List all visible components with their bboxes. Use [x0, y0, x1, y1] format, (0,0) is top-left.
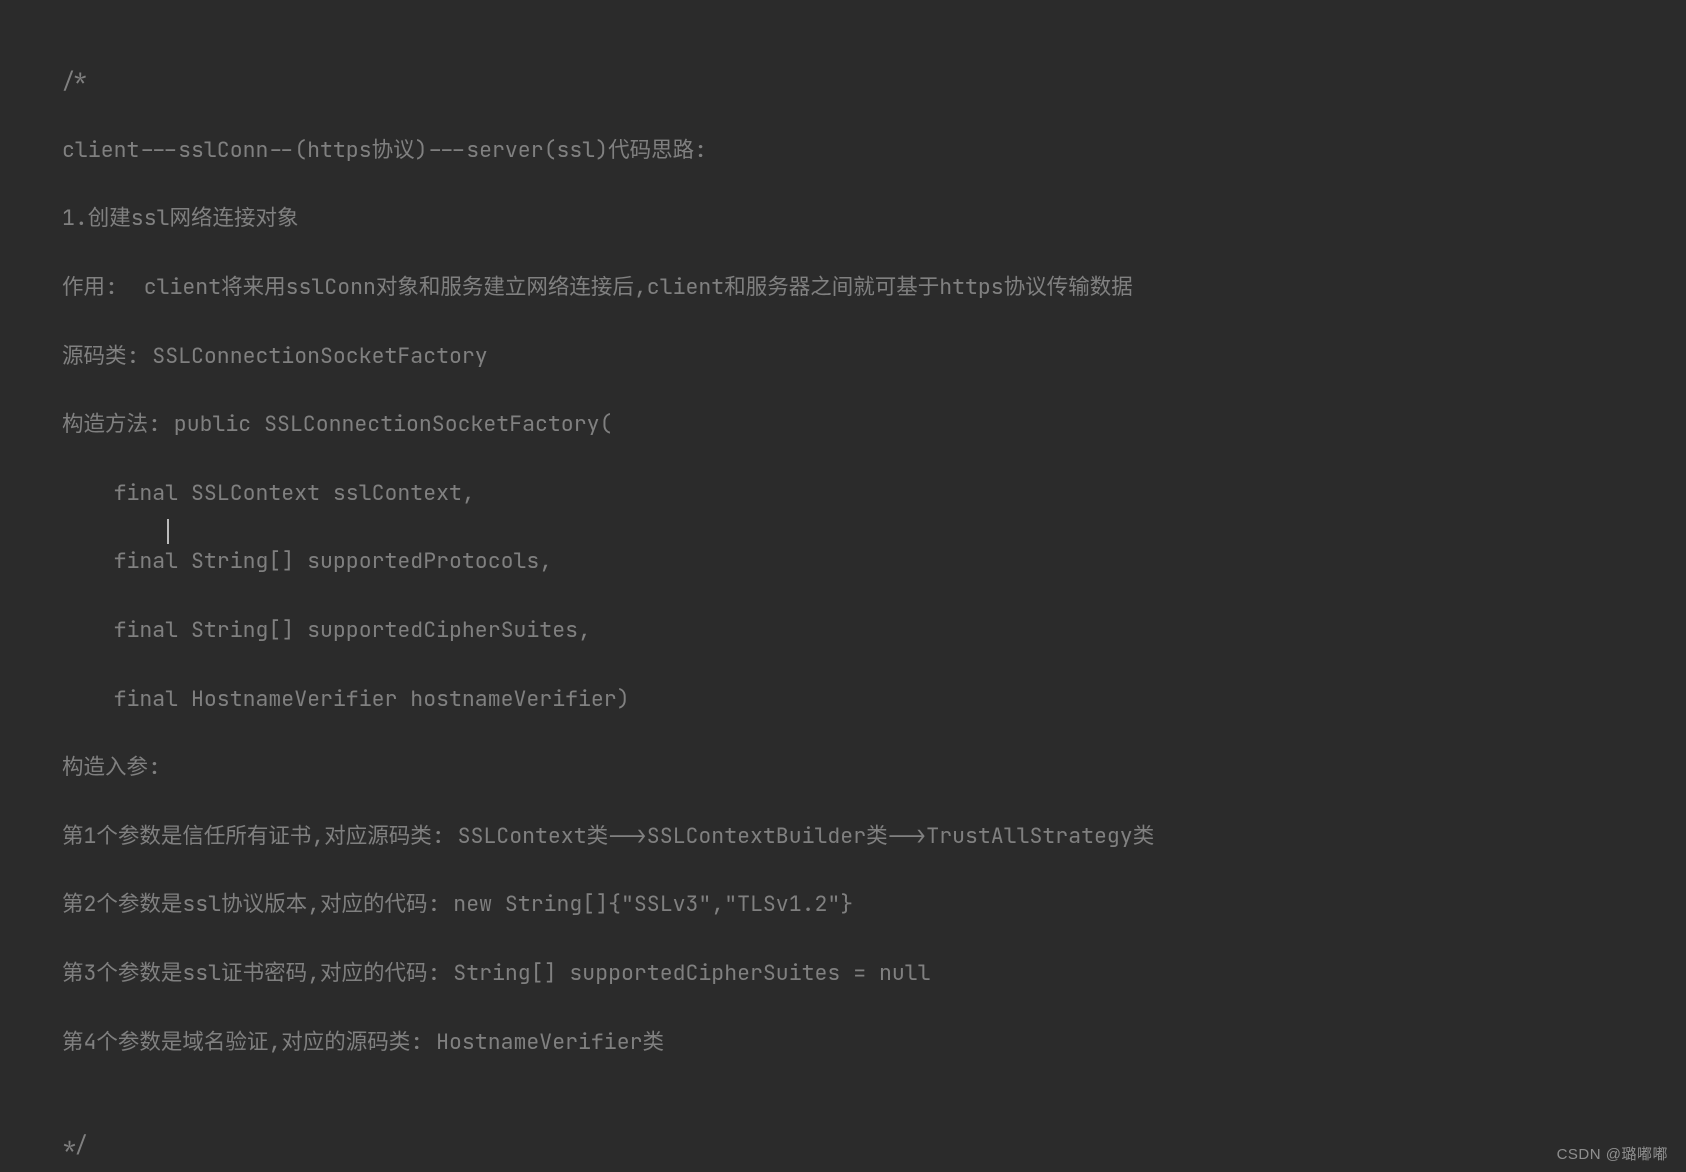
code-line: 作用: client将来用sslConn对象和服务建立网络连接后,client和…: [62, 270, 1686, 304]
code-line: 1.创建ssl网络连接对象: [62, 201, 1686, 235]
code-line: 构造入参:: [62, 750, 1686, 784]
code-line: 第1个参数是信任所有证书,对应源码类: SSLContext类-->SSLCon…: [62, 819, 1686, 853]
code-line: final String[] supportedProtocols,: [62, 544, 1686, 578]
text-cursor-icon: [167, 519, 169, 544]
code-line: */: [62, 1128, 1686, 1162]
code-line: 源码类: SSLConnectionSocketFactory: [62, 339, 1686, 373]
code-line: /*: [62, 64, 1686, 98]
code-line: client---sslConn--(https协议)---server(ssl…: [62, 133, 1686, 167]
code-line: final String[] supportedCipherSuites,: [62, 613, 1686, 647]
code-editor[interactable]: /* client---sslConn--(https协议)---server(…: [0, 0, 1686, 1172]
code-line: 构造方法: public SSLConnectionSocketFactory(: [62, 407, 1686, 441]
code-line: final HostnameVerifier hostnameVerifier): [62, 682, 1686, 716]
code-line: final SSLContext sslContext,: [62, 476, 1686, 510]
code-line: 第4个参数是域名验证,对应的源码类: HostnameVerifier类: [62, 1025, 1686, 1059]
code-line: 第3个参数是ssl证书密码,对应的代码: String[] supportedC…: [62, 956, 1686, 990]
code-line: 第2个参数是ssl协议版本,对应的代码: new String[]{"SSLv3…: [62, 887, 1686, 921]
watermark: CSDN @璐嘟嘟: [1557, 1143, 1668, 1164]
